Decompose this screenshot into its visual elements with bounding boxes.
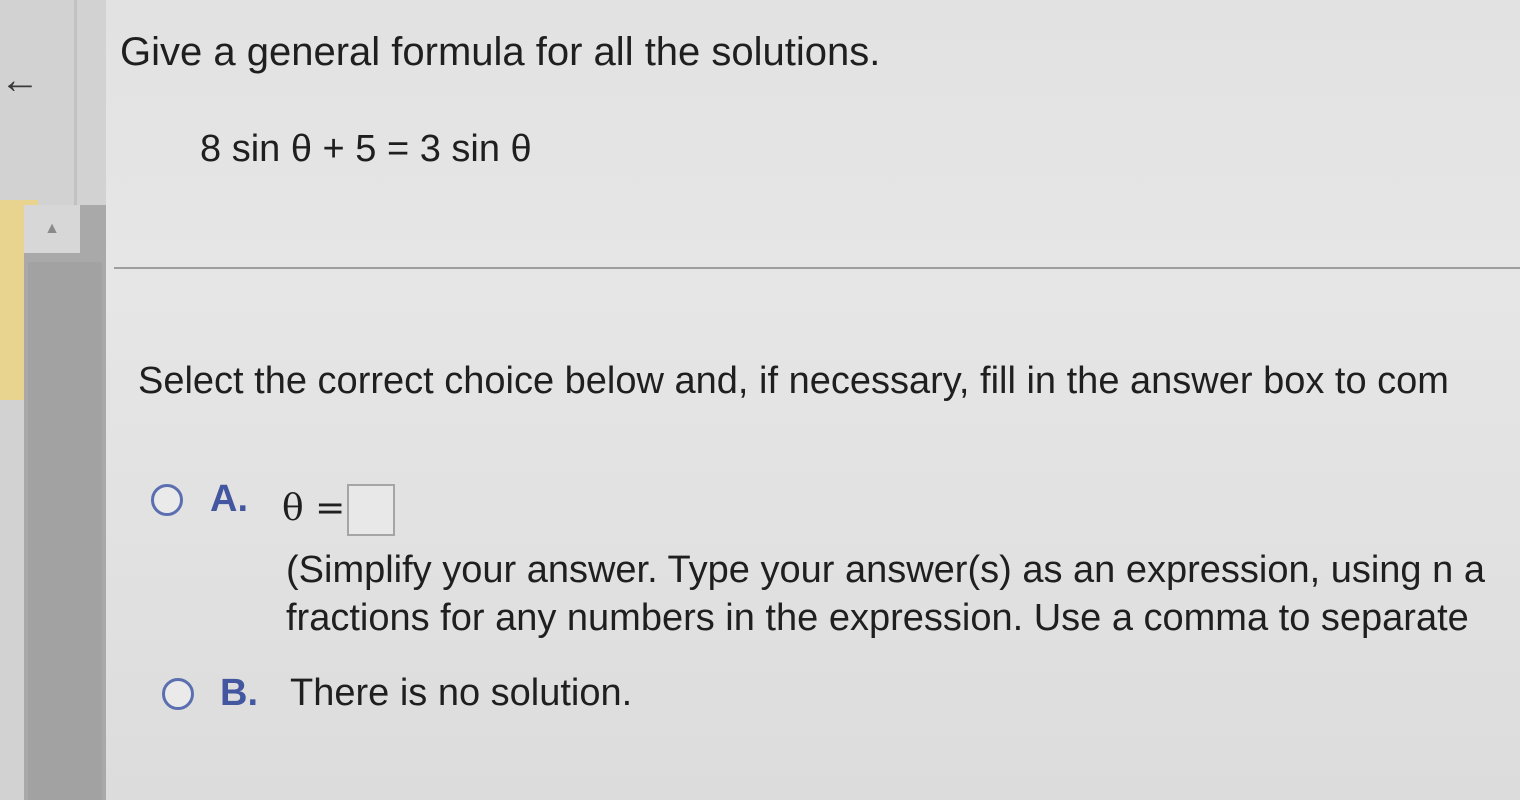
scroll-up-button[interactable]: ▲ xyxy=(24,205,80,253)
option-b-radio[interactable] xyxy=(162,678,194,710)
option-a-hint-line-1: (Simplify your answer. Type your answer(… xyxy=(286,549,1485,591)
triangle-up-icon: ▲ xyxy=(44,220,60,237)
option-a-letter: A. xyxy=(210,478,248,520)
option-b-text: There is no solution. xyxy=(290,672,633,714)
sidebar-divider xyxy=(74,0,77,210)
option-a-hint: (Simplify your answer. Type your answer(… xyxy=(286,546,1485,642)
option-b-letter: B. xyxy=(220,672,258,714)
instruction-text: Select the correct choice below and, if … xyxy=(138,360,1449,402)
scrollbar-thumb[interactable] xyxy=(28,262,102,800)
back-arrow-icon[interactable]: ← xyxy=(0,60,40,100)
option-a-radio[interactable] xyxy=(151,484,183,516)
section-divider xyxy=(114,267,1520,269)
option-a-prefix: θ = xyxy=(282,488,346,529)
option-a-hint-line-2: fractions for any numbers in the express… xyxy=(286,597,1469,639)
answer-input-box[interactable] xyxy=(347,484,395,536)
question-page: ← ▲ Give a general formula for all the s… xyxy=(0,0,1520,800)
question-equation: 8 sin θ + 5 = 3 sin θ xyxy=(200,128,532,170)
question-title: Give a general formula for all the solut… xyxy=(120,30,881,74)
